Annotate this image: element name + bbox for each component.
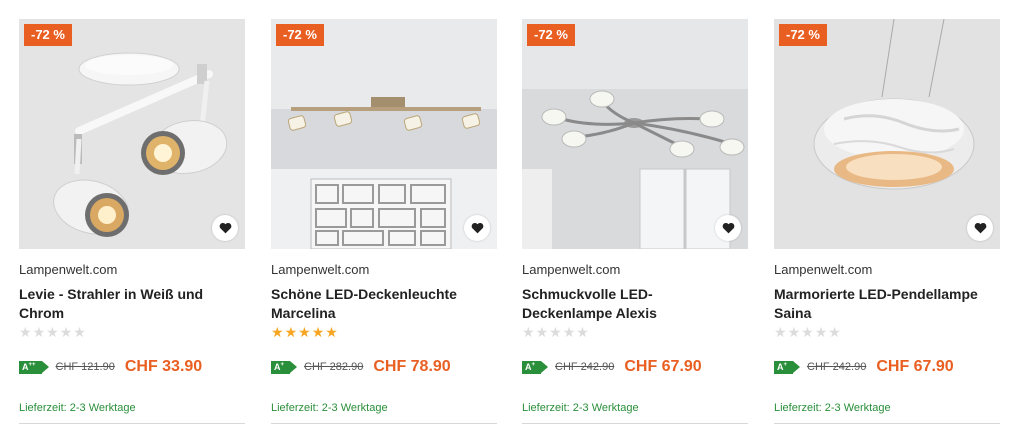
- star-icon: ★: [298, 324, 312, 340]
- current-price: CHF 33.90: [124, 358, 203, 375]
- star-icon: ★: [535, 324, 550, 340]
- divider: [271, 423, 497, 424]
- wishlist-button[interactable]: [715, 215, 741, 241]
- star-icon: ★: [311, 324, 326, 340]
- spotlight-lamp-image: [19, 19, 245, 249]
- divider: [19, 423, 245, 424]
- product-image[interactable]: -72 %: [774, 19, 1000, 249]
- star-icon: ★: [774, 324, 788, 340]
- discount-badge: -72 %: [276, 24, 324, 46]
- delivery-time: Lieferzeit: 2-3 Werktage: [522, 402, 639, 414]
- product-image[interactable]: -72 %: [522, 19, 748, 249]
- discount-badge: -72 %: [24, 24, 72, 46]
- multi-arm-ceiling-lamp-image: [522, 19, 748, 249]
- star-icon: ★: [325, 324, 339, 340]
- current-price: CHF 78.90: [373, 358, 451, 375]
- rating-stars: ★★★★★: [271, 325, 339, 339]
- pendant-lamp-image: [774, 19, 1000, 249]
- star-icon: ★: [32, 324, 47, 340]
- old-price: CHF 242.90: [555, 361, 615, 373]
- wishlist-button[interactable]: [212, 215, 238, 241]
- rating-stars: ★★★★★: [19, 325, 87, 339]
- energy-label: A+: [522, 360, 549, 374]
- heart-icon: [974, 222, 986, 234]
- heart-icon: [219, 222, 231, 234]
- delivery-time: Lieferzeit: 2-3 Werktage: [774, 402, 891, 414]
- divider: [774, 423, 1000, 424]
- star-icon: ★: [549, 324, 563, 340]
- product-title[interactable]: Levie - Strahler in Weiß und Chrom: [19, 285, 234, 323]
- rating-stars: ★★★★★: [522, 325, 590, 339]
- star-icon: ★: [828, 324, 842, 340]
- wishlist-button[interactable]: [464, 215, 490, 241]
- energy-label: A+: [774, 360, 801, 374]
- price-row: A+ CHF 242.90 CHF 67.90: [774, 357, 954, 377]
- shop-name: Lampenwelt.com: [774, 262, 873, 277]
- star-icon: ★: [801, 324, 815, 340]
- product-title[interactable]: Schmuckvolle LED-Deckenlampe Alexis: [522, 285, 737, 323]
- wishlist-button[interactable]: [967, 215, 993, 241]
- delivery-time: Lieferzeit: 2-3 Werktage: [19, 402, 136, 414]
- star-icon: ★: [271, 324, 285, 340]
- star-icon: ★: [46, 324, 60, 340]
- current-price: CHF 67.90: [876, 358, 954, 375]
- current-price: CHF 67.90: [624, 358, 702, 375]
- product-image[interactable]: -72 %: [271, 19, 497, 249]
- discount-badge: -72 %: [527, 24, 575, 46]
- shop-name: Lampenwelt.com: [19, 262, 118, 277]
- price-row: A+ CHF 242.90 CHF 67.90: [522, 357, 702, 377]
- star-icon: ★: [19, 324, 33, 340]
- product-title[interactable]: Schöne LED-Deckenleuchte Marcelina: [271, 285, 486, 323]
- price-row: A+ CHF 282.90 CHF 78.90: [271, 357, 451, 377]
- product-card[interactable]: -72 % Lampenwelt.com Schmuckvolle LED-De…: [522, 19, 748, 429]
- star-icon: ★: [73, 324, 87, 340]
- star-icon: ★: [814, 324, 829, 340]
- shop-name: Lampenwelt.com: [271, 262, 370, 277]
- discount-badge: -72 %: [779, 24, 827, 46]
- product-image[interactable]: -72 %: [19, 19, 245, 249]
- product-card[interactable]: -72 % Lampenwelt.com Schöne LED-Deckenle…: [271, 19, 497, 429]
- heart-icon: [722, 222, 734, 234]
- energy-label: A++: [19, 360, 48, 374]
- rating-stars: ★★★★★: [774, 325, 842, 339]
- shop-name: Lampenwelt.com: [522, 262, 621, 277]
- price-row: A++ CHF 121.90 CHF 33.90: [19, 357, 202, 377]
- star-icon: ★: [59, 324, 74, 340]
- ceiling-bar-lamp-image: [271, 19, 497, 249]
- product-card[interactable]: -72 % Lampenwelt.com Marmorierte LED-Pen…: [774, 19, 1000, 429]
- old-price: CHF 282.90: [304, 361, 364, 373]
- star-icon: ★: [284, 324, 299, 340]
- star-icon: ★: [787, 324, 802, 340]
- product-grid: -72 % Lampenwelt.com Levie - Strahler in…: [0, 0, 1024, 438]
- star-icon: ★: [576, 324, 590, 340]
- heart-icon: [471, 222, 483, 234]
- old-price: CHF 242.90: [807, 361, 867, 373]
- star-icon: ★: [562, 324, 577, 340]
- star-icon: ★: [522, 324, 536, 340]
- product-card[interactable]: -72 % Lampenwelt.com Levie - Strahler in…: [19, 19, 245, 429]
- energy-label: A+: [271, 360, 298, 374]
- old-price: CHF 121.90: [55, 361, 115, 373]
- divider: [522, 423, 748, 424]
- delivery-time: Lieferzeit: 2-3 Werktage: [271, 402, 388, 414]
- product-title[interactable]: Marmorierte LED-Pendellampe Saina: [774, 285, 989, 323]
